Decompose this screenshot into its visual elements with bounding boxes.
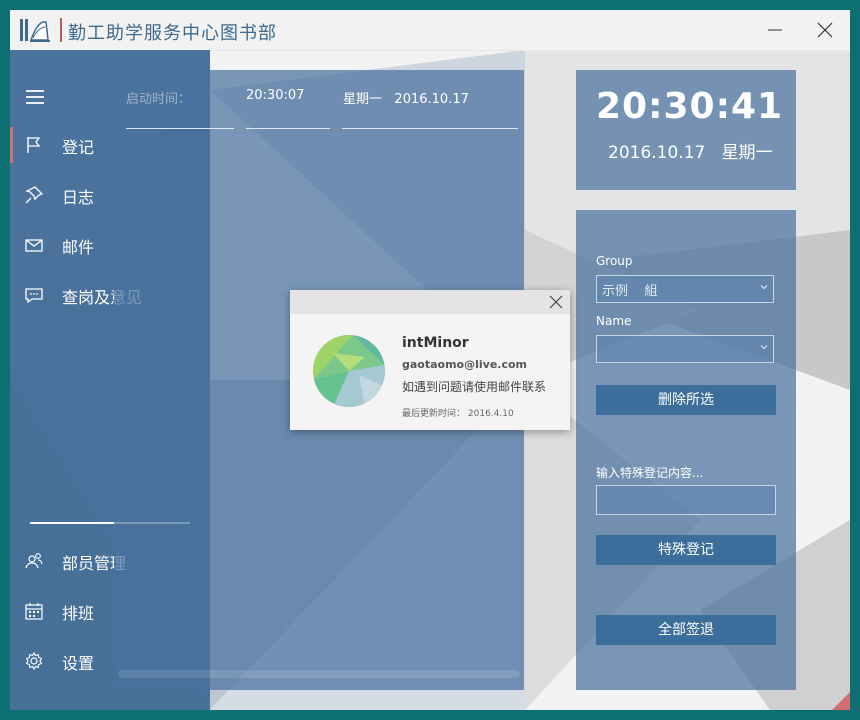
- clock-weekday: 星期一: [721, 143, 773, 163]
- sidebar-item-label: 排班: [62, 604, 95, 623]
- close-icon: [549, 295, 563, 309]
- clock-date-value: 2016.10.17: [608, 143, 706, 163]
- app-window: 勤工助学服务中心图书部 登记 日志 邮件 查岗及意见 部员管理 排班 设置 启动…: [10, 10, 850, 710]
- start-date-value: 星期一 2016.10.17: [343, 88, 469, 107]
- about-dialog: intMinor gaotaomo@live.com 如遇到问题请使用邮件联系 …: [290, 290, 570, 430]
- name-select[interactable]: [596, 335, 774, 363]
- sidebar-item-label: 登记: [62, 138, 95, 157]
- name-label: Name: [596, 314, 632, 328]
- sign-out-all-button[interactable]: 全部签退: [596, 615, 776, 645]
- group-label: Group: [596, 254, 633, 268]
- title-separator: [60, 18, 62, 42]
- sidebar-item-label: 日志: [62, 188, 95, 207]
- window-title: 勤工助学服务中心图书部: [68, 23, 277, 44]
- underline: [246, 128, 330, 129]
- clock-panel: 20:30:41 2016.10.17 星期一: [576, 70, 796, 190]
- dialog-message: 如遇到问题请使用邮件联系: [402, 380, 547, 394]
- calendar-icon: [25, 603, 43, 620]
- chevron-down-icon: [760, 345, 768, 350]
- special-input[interactable]: [596, 485, 776, 515]
- special-input-label: 输入特殊登记内容...: [596, 466, 704, 480]
- comment-icon: [25, 288, 43, 304]
- dialog-app-name: intMinor: [402, 335, 469, 351]
- dialog-header: [290, 290, 570, 314]
- start-time-value: 20:30:07: [246, 88, 305, 103]
- minimize-button[interactable]: [756, 16, 792, 44]
- close-icon: [817, 22, 833, 38]
- underline: [126, 128, 234, 129]
- form-panel: Group 示例 組 Name 删除所选 输入特殊登记内容... 特殊登记 全部…: [576, 210, 796, 690]
- flag-icon: [27, 137, 41, 153]
- start-weekday: 星期一: [343, 92, 383, 107]
- pin-icon: [25, 186, 44, 204]
- clock-time: 20:30:41: [596, 86, 784, 127]
- dialog-updated: 最后更新时间： 2016.4.10: [402, 406, 514, 419]
- start-time-label: 启动时间：: [126, 92, 192, 107]
- close-button[interactable]: [806, 16, 842, 44]
- chevron-down-icon: [760, 285, 768, 290]
- group-select-value: 示例 組: [602, 284, 658, 299]
- horizontal-scrollbar[interactable]: [118, 670, 520, 678]
- hamburger-menu-icon[interactable]: [26, 90, 46, 106]
- app-logo-icon: [20, 19, 50, 42]
- underline: [342, 128, 518, 129]
- special-register-button[interactable]: 特殊登记: [596, 535, 776, 565]
- dialog-updated-label: 最后更新时间：: [402, 409, 466, 419]
- sidebar-item-label: 设置: [62, 654, 95, 673]
- dialog-updated-date: 2016.4.10: [467, 409, 514, 419]
- title-bar: 勤工助学服务中心图书部: [10, 10, 850, 51]
- dialog-close-button[interactable]: [546, 292, 566, 312]
- dialog-email: gaotaomo@live.com: [402, 358, 528, 371]
- clock-date: 2016.10.17 星期一: [608, 138, 773, 163]
- resize-grip-icon[interactable]: [832, 692, 850, 710]
- gear-icon: [25, 651, 43, 671]
- start-date: 2016.10.17: [394, 92, 469, 107]
- minimize-icon: [768, 29, 782, 31]
- sidebar-item-label: 邮件: [62, 238, 95, 257]
- avatar: [313, 335, 385, 407]
- mail-icon: [25, 239, 43, 252]
- delete-selected-button[interactable]: 删除所选: [596, 385, 776, 415]
- group-select[interactable]: 示例 組: [596, 275, 774, 303]
- people-icon: [25, 553, 43, 569]
